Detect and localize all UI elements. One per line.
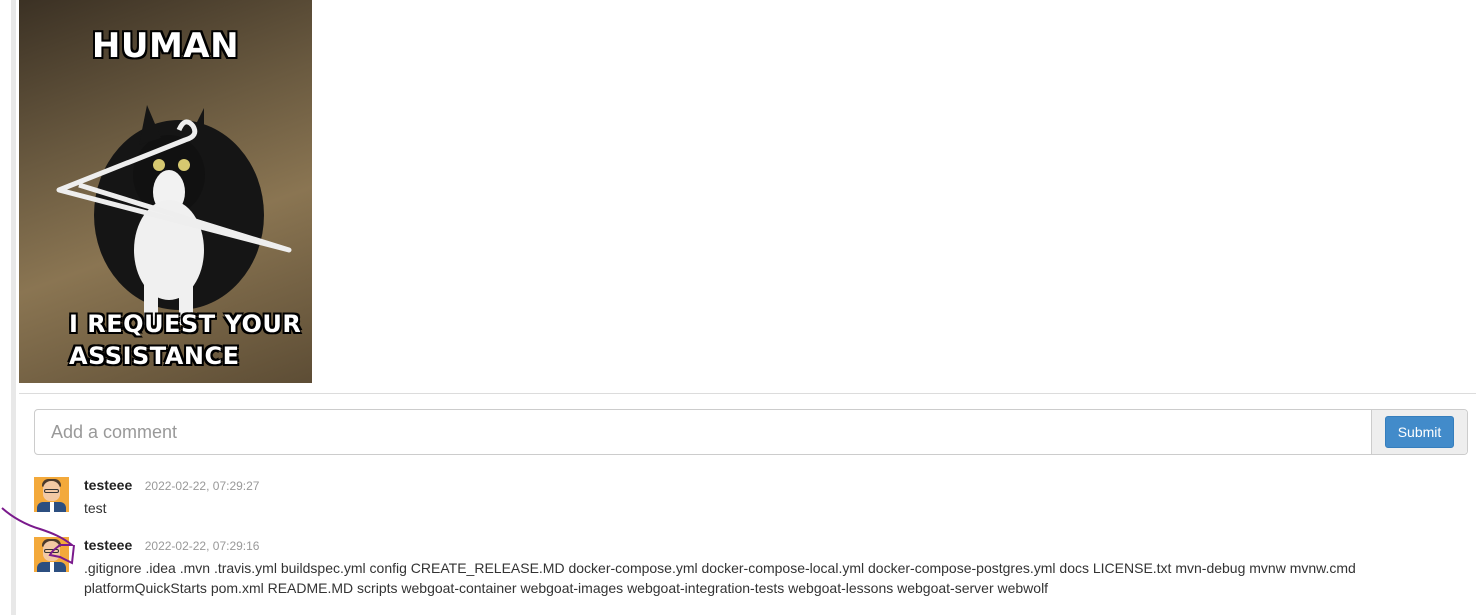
submit-button[interactable]: Submit — [1384, 416, 1455, 448]
comment-item: testeee 2022-02-22, 07:29:27 test — [34, 477, 1464, 518]
meme-image: HUMAN I REQUEST YOUR ASSISTANCE — [19, 0, 312, 383]
comment-timestamp: 2022-02-22, 07:29:27 — [144, 479, 260, 493]
comment-text: .gitignore .idea .mvn .travis.yml builds… — [84, 560, 1356, 596]
annotation-scribble — [1, 507, 75, 565]
meme-bottom-text: I REQUEST YOUR ASSISTANCE — [69, 310, 302, 370]
comment-author: testeee — [84, 477, 133, 493]
comment-form: Submit — [34, 409, 1468, 455]
comment-text: test — [84, 500, 107, 516]
comment-item: testeee 2022-02-22, 07:29:16 .gitignore … — [34, 537, 1464, 598]
section-divider — [19, 393, 1476, 394]
submit-button-group: Submit — [1371, 410, 1467, 454]
comment-input[interactable] — [35, 410, 1371, 454]
comment-author: testeee — [84, 537, 133, 553]
comment-timestamp: 2022-02-22, 07:29:16 — [144, 539, 260, 553]
meme-top-text: HUMAN — [91, 26, 240, 66]
